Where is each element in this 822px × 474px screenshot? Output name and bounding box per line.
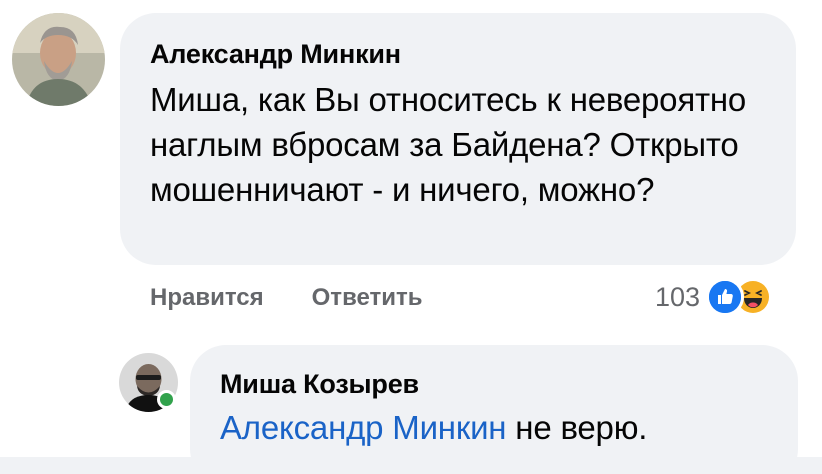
reaction-count: 103 (655, 282, 701, 312)
reply-button[interactable]: Ответить (312, 282, 423, 314)
reply-author[interactable]: Миша Козырев (220, 367, 768, 401)
comment-actions: Нравится Ответить (150, 282, 423, 314)
reply-mention[interactable]: Александр Минкин (220, 409, 507, 446)
comment-author[interactable]: Александр Минкин (150, 37, 766, 71)
comment-bubble: Александр Минкин Миша, как Вы относитесь… (120, 13, 796, 265)
reply-bubble: Миша Козырев Александр Минкин не верю. (190, 345, 798, 474)
like-icon (706, 278, 745, 316)
comment-text: Миша, как Вы относитесь к невероятно наг… (150, 81, 747, 208)
online-status-badge (157, 390, 176, 409)
reply-text-line: Александр Минкин не верю. (220, 405, 768, 450)
person-photo-icon (12, 13, 105, 106)
reactions-summary[interactable]: 103 (655, 278, 773, 316)
like-button[interactable]: Нравится (150, 282, 264, 314)
avatar-alexander[interactable] (12, 13, 105, 106)
reply-text: не верю. (506, 409, 648, 446)
bottom-bar (0, 457, 822, 474)
